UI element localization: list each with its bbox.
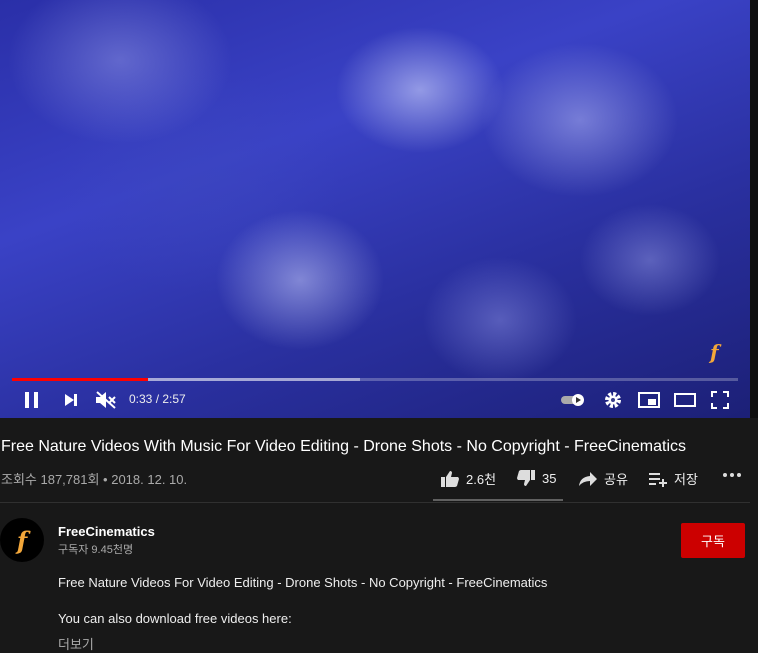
like-ratio-bar	[433, 499, 563, 501]
volume-muted-icon	[96, 391, 116, 409]
video-player[interactable]: f 0:33 / 2:57	[0, 0, 750, 418]
section-divider	[0, 502, 750, 503]
page-edge	[750, 0, 758, 418]
next-icon	[65, 394, 77, 406]
share-button[interactable]: 공유	[578, 469, 628, 488]
dislike-button[interactable]: 35	[516, 469, 556, 487]
subscriber-count: 구독자 9.45천명	[58, 544, 134, 556]
gear-icon	[605, 392, 621, 408]
share-icon	[579, 471, 597, 486]
fullscreen-icon	[711, 391, 729, 409]
autoplay-icon	[561, 394, 584, 406]
channel-name[interactable]: FreeCinematics	[58, 524, 155, 539]
progress-played	[12, 378, 148, 381]
mute-button[interactable]	[94, 388, 118, 412]
theater-mode-button[interactable]	[673, 388, 697, 412]
pause-button[interactable]	[22, 388, 42, 412]
channel-avatar[interactable]: f	[0, 518, 44, 562]
progress-bar[interactable]	[12, 378, 738, 381]
avatar-logo: f	[16, 525, 28, 555]
save-label: 저장	[674, 472, 698, 487]
fullscreen-button[interactable]	[709, 388, 731, 412]
video-title: Free Nature Videos With Music For Video …	[1, 438, 687, 455]
dislike-count: 35	[542, 470, 557, 486]
channel-watermark[interactable]: f	[710, 340, 730, 364]
settings-button[interactable]	[602, 388, 624, 412]
time-display: 0:33 / 2:57	[129, 392, 186, 406]
like-count: 2.6천	[466, 472, 497, 487]
more-horizontal-icon	[723, 473, 741, 477]
show-more-link[interactable]: 더보기	[58, 634, 94, 653]
playlist-add-icon	[649, 472, 667, 487]
like-button[interactable]: 2.6천	[440, 469, 496, 488]
view-count-date: 조회수 187,781회 • 2018. 12. 10.	[1, 472, 188, 487]
subscribe-button[interactable]: 구독	[681, 523, 745, 558]
miniplayer-icon	[638, 392, 660, 408]
thumbs-down-icon	[517, 470, 535, 486]
next-button[interactable]	[62, 388, 80, 412]
description-line: Free Nature Videos For Video Editing - D…	[58, 575, 548, 590]
pause-icon	[25, 392, 38, 408]
thumbs-up-icon	[441, 470, 459, 487]
share-label: 공유	[604, 472, 628, 487]
description-line: You can also download free videos here:	[58, 611, 292, 626]
more-actions-button[interactable]	[722, 472, 742, 478]
save-button[interactable]: 저장	[648, 469, 698, 488]
miniplayer-button[interactable]	[637, 388, 661, 412]
autoplay-toggle[interactable]	[560, 388, 588, 412]
theater-icon	[674, 393, 696, 407]
